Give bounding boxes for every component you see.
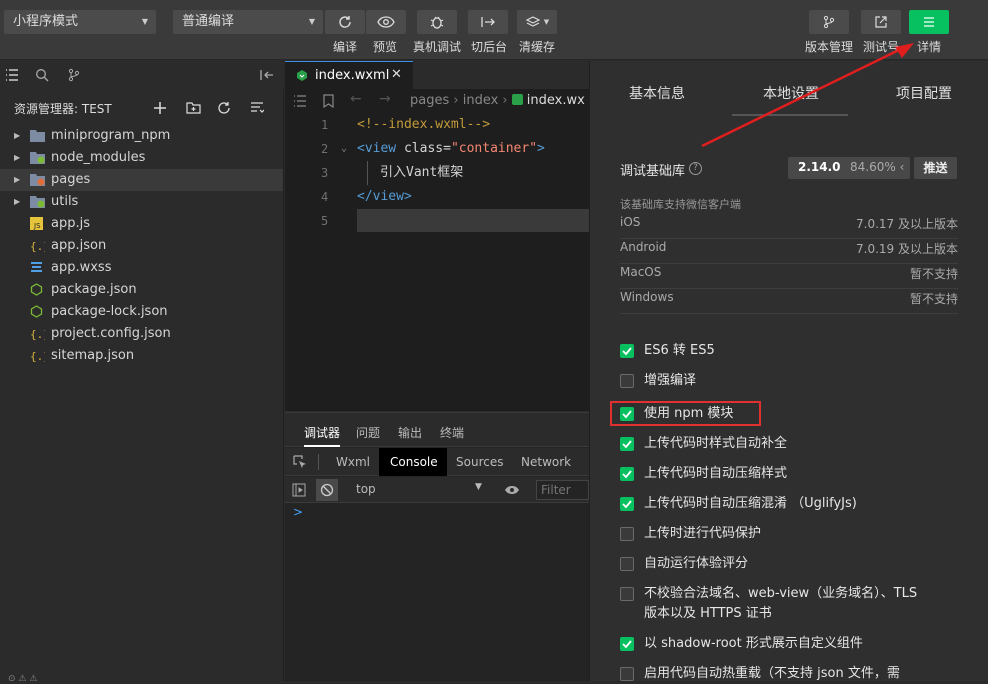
annotation-arrow — [701, 43, 914, 148]
status-icon[interactable]: ⊙ ⚠ ⚠ — [8, 674, 37, 684]
status-bar: ⊙ ⚠ ⚠ — [8, 674, 37, 684]
